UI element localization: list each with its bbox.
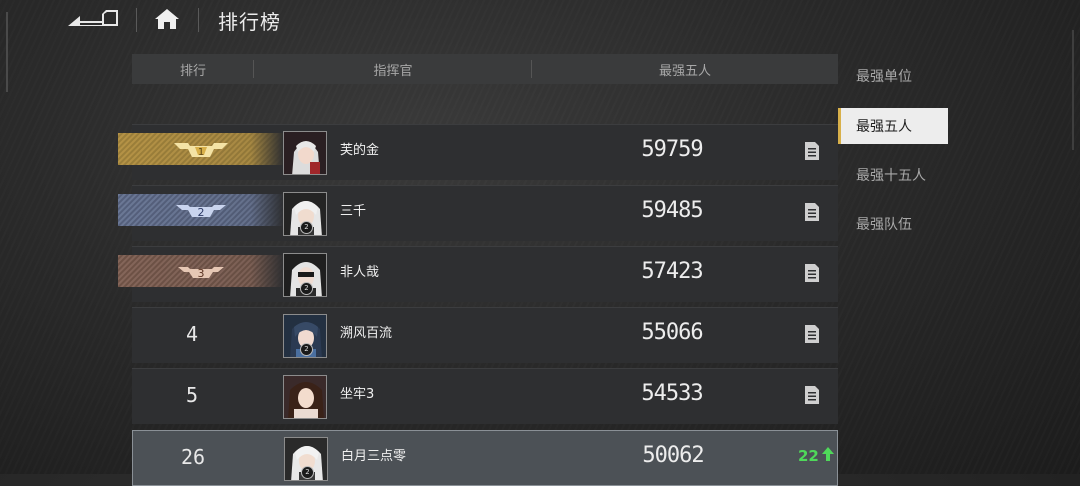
rank-gold-badge-icon: 1	[118, 133, 284, 165]
player-score: 50062	[642, 443, 704, 468]
level-badge: 2	[300, 282, 313, 295]
rank-number: 4	[185, 322, 199, 346]
table-row[interactable]: 3 2 非人哉 57423	[118, 246, 838, 302]
divider	[136, 8, 137, 32]
avatar[interactable]	[283, 375, 327, 419]
avatar[interactable]: 2	[283, 192, 327, 236]
document-icon[interactable]	[804, 141, 820, 161]
rank-silver-badge-icon: 2	[118, 194, 284, 226]
document-icon[interactable]	[804, 385, 820, 405]
level-badge: 2	[300, 221, 313, 234]
decor-line-right	[1072, 30, 1074, 150]
level-badge: 2	[301, 466, 314, 479]
top-bar: 排行榜	[0, 0, 1080, 40]
document-icon[interactable]	[804, 263, 820, 283]
avatar[interactable]: 2	[284, 437, 328, 481]
column-header-commander: 指挥官	[254, 54, 532, 84]
document-icon[interactable]	[804, 202, 820, 222]
svg-text:1: 1	[198, 147, 204, 158]
player-score: 55066	[641, 320, 703, 345]
rank-bronze-badge-icon: 3	[118, 255, 284, 287]
column-header-score: 最强五人	[658, 63, 711, 79]
menu-item-strongest-team[interactable]: 最强队伍	[838, 206, 950, 242]
table-row[interactable]: 2 2 三千 59485	[118, 185, 838, 241]
self-rank-row[interactable]: 26 2 白月三点零 50062 22	[132, 430, 838, 486]
avatar[interactable]: 2	[283, 314, 327, 358]
level-badge: 2	[300, 343, 313, 356]
avatar[interactable]: 2	[283, 253, 327, 297]
home-icon[interactable]	[152, 6, 182, 32]
up-arrow-icon	[821, 447, 834, 465]
player-score: 59485	[641, 198, 703, 223]
player-name: 坐牢3	[340, 387, 375, 402]
avatar[interactable]	[283, 131, 327, 175]
table-row[interactable]: 1 芙的金 59759	[118, 124, 838, 180]
menu-item-strongest-unit[interactable]: 最强单位	[838, 58, 950, 94]
player-score: 59759	[641, 137, 703, 162]
column-header-rank: 排行	[132, 54, 254, 84]
player-name: 三千	[340, 204, 367, 219]
player-name: 芙的金	[340, 143, 380, 158]
table-row[interactable]: 5 坐牢3 54533	[132, 368, 838, 424]
table-row[interactable]: 4 2 溯风百流 55066	[132, 307, 838, 363]
player-score: 57423	[641, 259, 703, 284]
player-name: 非人哉	[340, 265, 380, 280]
player-score: 54533	[641, 381, 703, 406]
menu-item-strongest-five[interactable]: 最强五人	[838, 108, 948, 144]
rank-change-value: 22	[798, 447, 819, 465]
divider	[198, 8, 199, 32]
leaderboard-table: 排行 指挥官 最强五人 1 芙的金 59759 2 2 三千 59485 3 2…	[118, 54, 838, 486]
svg-text:2: 2	[198, 206, 205, 219]
player-name: 溯风百流	[340, 326, 393, 341]
player-name: 白月三点零	[341, 449, 407, 464]
rank-number: 26	[180, 445, 206, 469]
rank-change: 22	[798, 447, 834, 465]
rank-number: 5	[185, 383, 199, 407]
menu-item-strongest-fifteen[interactable]: 最强十五人	[838, 157, 950, 193]
table-header: 排行 指挥官 最强五人	[132, 54, 838, 84]
svg-text:3: 3	[198, 267, 205, 280]
page-title: 排行榜	[218, 10, 281, 34]
back-arrow-icon[interactable]	[66, 8, 122, 30]
document-icon[interactable]	[804, 324, 820, 344]
